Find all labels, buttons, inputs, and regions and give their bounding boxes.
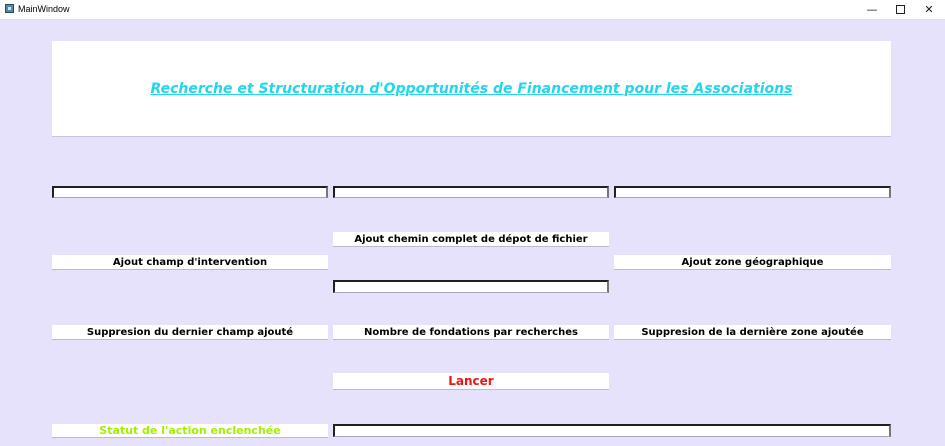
window-title: MainWindow [18, 4, 70, 14]
ajout-chemin-button[interactable]: Ajout chemin complet de dépot de fichier [333, 232, 609, 247]
nombre-fondations-input[interactable] [333, 280, 609, 293]
close-button[interactable]: ✕ [913, 0, 945, 19]
suppression-champ-button[interactable]: Suppresion du dernier champ ajouté [52, 325, 328, 340]
maximize-button[interactable] [884, 0, 916, 19]
nombre-fondations-button[interactable]: Nombre de fondations par recherches [333, 325, 609, 340]
app-icon [5, 4, 14, 13]
zone-geographique-input[interactable] [614, 186, 891, 198]
suppression-zone-button[interactable]: Suppresion de la dernière zone ajoutée [614, 325, 891, 340]
status-output-field[interactable] [333, 424, 891, 437]
status-label: Statut de l'action enclenchée [52, 424, 328, 438]
ajout-champ-button[interactable]: Ajout champ d'intervention [52, 255, 328, 270]
lancer-button[interactable]: Lancer [333, 373, 609, 390]
close-icon: ✕ [924, 3, 934, 16]
header-panel: Recherche et Structuration d'Opportunité… [52, 41, 891, 137]
champ-intervention-input[interactable] [52, 186, 328, 198]
minimize-icon: — [866, 3, 878, 16]
ajout-zone-button[interactable]: Ajout zone géographique [614, 255, 891, 270]
maximize-icon [895, 5, 905, 14]
chemin-depot-input[interactable] [333, 186, 609, 198]
page-title: Recherche et Structuration d'Opportunité… [150, 80, 793, 97]
title-bar: MainWindow — ✕ [0, 0, 945, 20]
